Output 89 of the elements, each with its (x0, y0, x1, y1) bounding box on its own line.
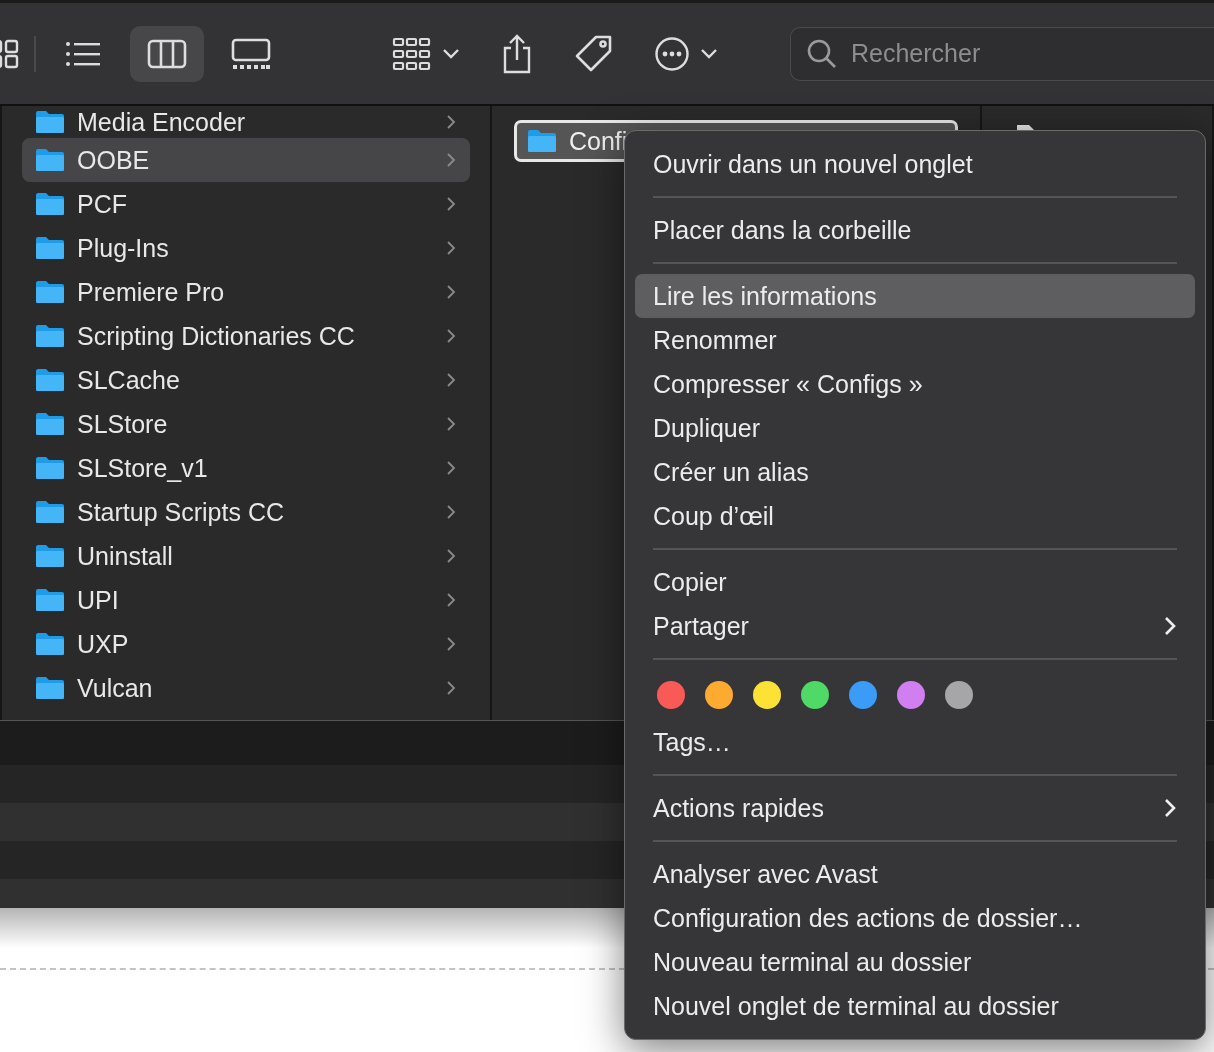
folder-row[interactable]: Media Encoder (22, 106, 470, 138)
search-field[interactable]: Rechercher (790, 26, 1214, 81)
menu-item[interactable]: Tags… (635, 720, 1195, 764)
tag-color-dot[interactable] (657, 681, 685, 709)
tag-color-dot[interactable] (705, 681, 733, 709)
folder-name: UPI (77, 585, 119, 615)
folder-row[interactable]: Plug-Ins (22, 226, 470, 270)
folder-icon (527, 129, 557, 153)
folder-icon (35, 368, 65, 392)
folder-icon (35, 192, 65, 216)
folder-row[interactable]: OOBE (22, 138, 470, 182)
columns-icon (147, 38, 187, 69)
folder-name: Startup Scripts CC (77, 497, 284, 527)
chevron-right-icon (446, 548, 456, 564)
chevron-right-icon (446, 328, 456, 344)
folder-name: Uninstall (77, 541, 173, 571)
tag-color-dot[interactable] (753, 681, 781, 709)
chevron-right-icon (446, 636, 456, 652)
folder-row[interactable]: UXP (22, 622, 470, 666)
folder-icon (35, 324, 65, 348)
folder-icon (35, 632, 65, 656)
menu-item[interactable]: Ouvrir dans un nouvel onglet (635, 142, 1195, 186)
folder-icon (35, 588, 65, 612)
folder-row[interactable]: Startup Scripts CC (22, 490, 470, 534)
chevron-right-icon (446, 680, 456, 696)
folder-name: Vulcan (77, 673, 153, 703)
chevron-right-icon (446, 372, 456, 388)
folder-icon (35, 280, 65, 304)
folder-icon (35, 456, 65, 480)
menu-item[interactable]: Renommer (635, 318, 1195, 362)
search-icon (806, 37, 838, 70)
folder-name: Premiere Pro (77, 277, 225, 307)
folder-name: Plug-Ins (77, 233, 169, 263)
folder-icon (35, 236, 65, 260)
folder-icon (35, 500, 65, 524)
folder-name: SLCache (77, 365, 180, 395)
menu-item[interactable]: Créer un alias (635, 450, 1195, 494)
chevron-right-icon (446, 592, 456, 608)
chevron-right-icon (446, 196, 456, 212)
tag-color-dot[interactable] (945, 681, 973, 709)
menu-item[interactable]: Coup d’œil (635, 494, 1195, 538)
menu-item[interactable]: Nouveau terminal au dossier (635, 940, 1195, 984)
menu-item[interactable]: Dupliquer (635, 406, 1195, 450)
ellipsis-icon (654, 35, 690, 72)
folder-name: SLStore (77, 409, 168, 439)
menu-item[interactable]: Nouvel onglet de terminal au dossier (635, 984, 1195, 1028)
folder-name: SLStore_v1 (77, 453, 208, 483)
folder-name: OOBE (77, 145, 150, 175)
folder-name: PCF (77, 189, 127, 219)
folder-row[interactable]: Scripting Dictionaries CC (22, 314, 470, 358)
menu-item[interactable]: Configuration des actions de dossier… (635, 896, 1195, 940)
chevron-right-icon (446, 240, 456, 256)
chevron-right-icon (446, 460, 456, 476)
folder-row[interactable]: UPI (22, 578, 470, 622)
tag-color-dot[interactable] (849, 681, 877, 709)
folder-icon (35, 148, 65, 172)
chevron-down-icon (442, 47, 460, 60)
chevron-right-icon (446, 416, 456, 432)
folder-row[interactable]: Uninstall (22, 534, 470, 578)
tag-color-dot[interactable] (801, 681, 829, 709)
menu-item[interactable]: Lire les informations (635, 274, 1195, 318)
folder-name: Media Encoder (77, 107, 246, 137)
tag-color-dot[interactable] (897, 681, 925, 709)
folder-row[interactable]: Premiere Pro (22, 270, 470, 314)
folder-row[interactable]: SLCache (22, 358, 470, 402)
folder-icon (35, 676, 65, 700)
folder-name: Scripting Dictionaries CC (77, 321, 355, 351)
menu-item[interactable]: Partager (635, 604, 1195, 648)
folder-name: UXP (77, 629, 129, 659)
folder-row[interactable]: SLStore_v1 (22, 446, 470, 490)
chevron-right-icon (446, 114, 456, 130)
menu-item[interactable]: Analyser avec Avast (635, 852, 1195, 896)
menu-item[interactable]: Actions rapides (635, 786, 1195, 830)
folder-row[interactable]: PCF (22, 182, 470, 226)
menu-item[interactable]: Placer dans la corbeille (635, 208, 1195, 252)
folder-row[interactable]: SLStore (22, 402, 470, 446)
chevron-right-icon (446, 504, 456, 520)
column-view-button[interactable] (130, 25, 204, 82)
grid-icon (392, 36, 432, 71)
folder-icon (35, 110, 65, 134)
chevron-right-icon (446, 284, 456, 300)
menu-item[interactable]: Copier (635, 560, 1195, 604)
gallery-icon (231, 37, 271, 70)
chevron-down-icon (700, 47, 718, 60)
chevron-right-icon (446, 152, 456, 168)
folder-icon (35, 544, 65, 568)
folder-row[interactable]: Vulcan (22, 666, 470, 710)
folder-icon (35, 412, 65, 436)
menu-item[interactable]: Compresser « Configs » (635, 362, 1195, 406)
